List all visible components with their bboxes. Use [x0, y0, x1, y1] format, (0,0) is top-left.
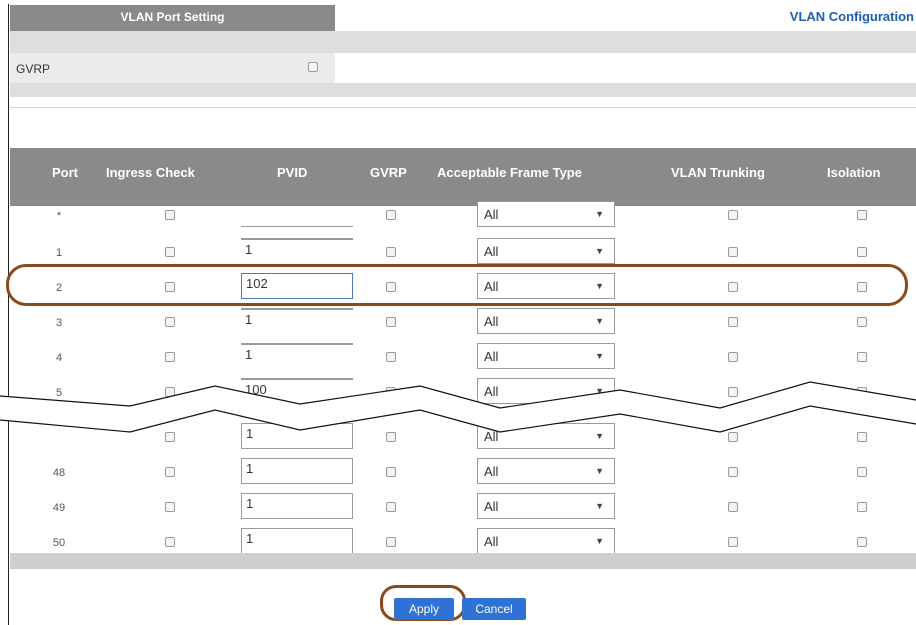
gvrp-port-checkbox[interactable]: [386, 317, 396, 327]
chevron-down-icon: ▼: [595, 351, 604, 361]
tab-vlan-port-setting[interactable]: VLAN Port Setting: [10, 5, 335, 31]
port-number: 49: [52, 502, 66, 514]
page-border: [8, 4, 9, 625]
frame-type-select[interactable]: All ▼: [477, 343, 615, 369]
port-number: *: [56, 210, 62, 222]
title-band: [10, 31, 916, 53]
port-number: 4: [55, 352, 63, 364]
frame-type-value: All: [484, 244, 499, 259]
column-header-port: Port: [52, 165, 78, 180]
ingress-check-checkbox[interactable]: [165, 247, 175, 257]
frame-type-select[interactable]: All ▼: [477, 528, 615, 554]
chevron-down-icon: ▼: [595, 209, 604, 219]
chevron-down-icon: ▼: [595, 501, 604, 511]
vlan-trunking-checkbox[interactable]: [728, 210, 738, 220]
frame-type-select[interactable]: All ▼: [477, 493, 615, 519]
isolation-checkbox[interactable]: [857, 352, 867, 362]
ingress-check-checkbox[interactable]: [165, 352, 175, 362]
gvrp-row-bg: [10, 53, 335, 83]
apply-button[interactable]: Apply: [394, 598, 454, 620]
ingress-check-checkbox[interactable]: [165, 537, 175, 547]
vlan-trunking-checkbox[interactable]: [728, 247, 738, 257]
gvrp-band: [10, 83, 916, 97]
port-number: 1: [55, 247, 63, 259]
pvid-input[interactable]: 1: [241, 238, 353, 264]
divider: [10, 107, 916, 108]
pvid-input[interactable]: 1: [241, 343, 353, 369]
isolation-checkbox[interactable]: [857, 317, 867, 327]
pvid-input[interactable]: 1: [241, 308, 353, 334]
pvid-input[interactable]: 1: [241, 458, 353, 484]
pvid-input[interactable]: [241, 201, 353, 227]
frame-type-select[interactable]: All ▼: [477, 201, 615, 227]
chevron-down-icon: ▼: [595, 316, 604, 326]
gvrp-port-checkbox[interactable]: [386, 467, 396, 477]
vlan-configuration-link[interactable]: VLAN Configuration: [790, 5, 916, 29]
gvrp-port-checkbox[interactable]: [386, 247, 396, 257]
column-header-pvid: PVID: [277, 165, 308, 180]
frame-type-value: All: [484, 464, 499, 479]
footer-band: [10, 553, 916, 569]
vlan-trunking-checkbox[interactable]: [728, 537, 738, 547]
chevron-down-icon: ▼: [595, 246, 604, 256]
gvrp-port-checkbox[interactable]: [386, 210, 396, 220]
isolation-checkbox[interactable]: [857, 247, 867, 257]
frame-type-value: All: [484, 534, 499, 549]
vlan-trunking-checkbox[interactable]: [728, 467, 738, 477]
cancel-button[interactable]: Cancel: [462, 598, 526, 620]
vlan-trunking-checkbox[interactable]: [728, 352, 738, 362]
column-header-gvrp: GVRP: [370, 165, 407, 180]
frame-type-select[interactable]: All ▼: [477, 308, 615, 334]
gvrp-checkbox[interactable]: [308, 62, 318, 72]
chevron-down-icon: ▼: [595, 536, 604, 546]
vlan-trunking-checkbox[interactable]: [728, 317, 738, 327]
port-number: 50: [52, 537, 66, 549]
port-number: 3: [55, 317, 63, 329]
ingress-check-checkbox[interactable]: [165, 210, 175, 220]
isolation-checkbox[interactable]: [857, 467, 867, 477]
column-header-acceptable-frame-type: Acceptable Frame Type: [437, 165, 582, 180]
gvrp-port-checkbox[interactable]: [386, 352, 396, 362]
gvrp-label: GVRP: [16, 62, 51, 76]
chevron-down-icon: ▼: [595, 466, 604, 476]
port-2-highlight: [6, 264, 908, 306]
vlan-trunking-checkbox[interactable]: [728, 502, 738, 512]
frame-type-select[interactable]: All ▼: [477, 458, 615, 484]
frame-type-value: All: [484, 499, 499, 514]
port-number: 48: [52, 467, 66, 479]
gvrp-port-checkbox[interactable]: [386, 537, 396, 547]
isolation-checkbox[interactable]: [857, 502, 867, 512]
frame-type-value: All: [484, 207, 499, 222]
isolation-checkbox[interactable]: [857, 537, 867, 547]
column-header-isolation: Isolation: [827, 165, 881, 180]
frame-type-value: All: [484, 314, 499, 329]
frame-type-value: All: [484, 349, 499, 364]
ingress-check-checkbox[interactable]: [165, 502, 175, 512]
pvid-input[interactable]: 1: [241, 493, 353, 519]
column-header-vlan-trunking: VLAN Trunking: [671, 165, 765, 180]
pvid-input[interactable]: 1: [241, 528, 353, 554]
gvrp-port-checkbox[interactable]: [386, 502, 396, 512]
ingress-check-checkbox[interactable]: [165, 467, 175, 477]
isolation-checkbox[interactable]: [857, 210, 867, 220]
column-header-ingress-check: Ingress Check: [106, 165, 195, 180]
ingress-check-checkbox[interactable]: [165, 317, 175, 327]
frame-type-select[interactable]: All ▼: [477, 238, 615, 264]
table-break-marker: [0, 381, 916, 433]
